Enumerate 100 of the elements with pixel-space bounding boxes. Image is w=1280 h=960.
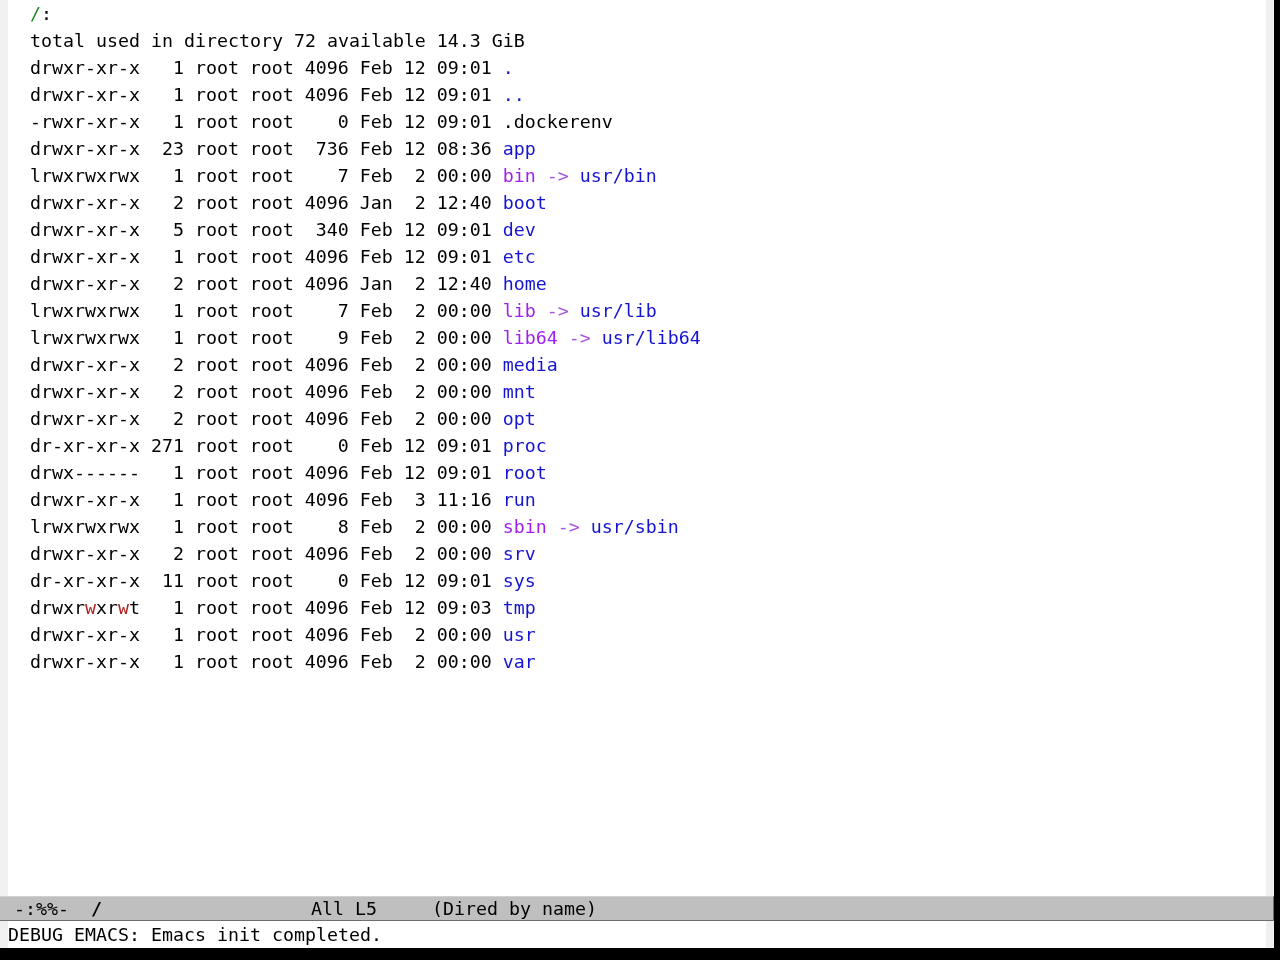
permissions: dr-xr-xr-x [30,569,140,593]
group: root [249,513,294,540]
link-target[interactable]: usr/lib [579,297,657,324]
modified-date: Feb 2 00:00 [359,650,492,674]
file-name[interactable]: var [502,648,536,675]
link-count: 2 [171,191,184,215]
owner: root [194,596,239,620]
file-name[interactable]: bin [502,162,536,189]
group: root [249,378,294,405]
file-name[interactable]: . [502,54,514,81]
permissions: drwxr-xr-x [30,191,140,215]
link-target[interactable]: usr/sbin [590,513,679,540]
link-count: 1 [171,515,184,539]
link-count: 1 [171,650,184,674]
file-name[interactable]: boot [502,189,547,216]
link-count: 1 [171,596,184,620]
file-name[interactable]: etc [502,243,536,270]
left-fringe [0,921,8,948]
group: root [249,243,294,270]
link-count: 1 [171,83,184,107]
modified-date: Feb 12 09:03 [359,596,492,620]
modified-date: Feb 12 09:01 [359,461,492,485]
owner: root [194,56,239,80]
file-size: 4096 [304,596,349,620]
symlink-arrow: -> [557,515,580,539]
file-name[interactable]: srv [502,540,536,567]
link-target[interactable]: usr/bin [579,162,657,189]
group: root [249,270,294,297]
file-name[interactable]: .dockerenv [502,108,613,135]
group: root [249,648,294,675]
file-name[interactable]: mnt [502,378,536,405]
file-name[interactable]: media [502,351,558,378]
file-name[interactable]: sys [502,567,536,594]
group: root [249,567,294,594]
permissions: lrwxrwxrwx [30,515,140,539]
modified-date: Feb 2 00:00 [359,542,492,566]
permissions: lrwxrwxrwx [30,164,140,188]
link-count: 1 [171,488,184,512]
file-name[interactable]: app [502,135,536,162]
file-size: 4096 [304,650,349,674]
file-name[interactable]: sbin [502,513,547,540]
group: root [249,459,294,486]
file-name[interactable]: home [502,270,547,297]
modified-date: Feb 12 08:36 [359,137,492,161]
owner: root [194,569,239,593]
permissions: dr-xr-xr-x [30,434,140,458]
file-name[interactable]: lib [502,297,536,324]
file-size: 4096 [304,488,349,512]
file-size: 4096 [304,272,349,296]
modified-date: Feb 12 09:01 [359,110,492,134]
group: root [249,405,294,432]
file-size: 4096 [304,542,349,566]
link-count: 2 [171,353,184,377]
modified-date: Feb 12 09:01 [359,83,492,107]
file-name[interactable]: proc [502,432,547,459]
file-name[interactable]: run [502,486,536,513]
file-name[interactable]: opt [502,405,536,432]
file-name[interactable]: root [502,459,547,486]
link-count: 1 [171,110,184,134]
owner: root [194,326,239,350]
file-name[interactable]: tmp [502,594,536,621]
owner: root [194,515,239,539]
group: root [249,486,294,513]
line-number: L5 [354,897,377,920]
owner: root [194,245,239,269]
permissions: drwxr-xr-x [30,272,140,296]
major-mode: (Dired by name) [431,897,597,920]
file-size: 4096 [304,380,349,404]
owner: root [194,407,239,431]
permissions: drwxr-xr-x [30,488,140,512]
group: root [249,621,294,648]
group: root [249,81,294,108]
group: root [249,324,294,351]
symlink-arrow: -> [568,326,591,350]
modified-date: Feb 12 09:01 [359,569,492,593]
modified-date: Feb 12 09:01 [359,434,492,458]
modified-date: Feb 2 00:00 [359,353,492,377]
modified-date: Feb 2 00:00 [359,380,492,404]
owner: root [194,137,239,161]
file-size: 4096 [304,245,349,269]
link-count: 5 [171,218,184,242]
echo-message: DEBUG EMACS: Emacs init completed. [8,924,382,945]
modified-date: Jan 2 12:40 [359,272,492,296]
file-name[interactable]: dev [502,216,536,243]
link-target[interactable]: usr/lib64 [601,324,701,351]
modified-date: Feb 2 00:00 [359,623,492,647]
symlink-arrow: -> [546,299,569,323]
file-size: 0 [336,110,349,134]
permissions: drwxr-xr-x [30,353,140,377]
file-name[interactable]: lib64 [502,324,558,351]
permissions: drwx------ [30,461,140,485]
group: root [249,297,294,324]
group: root [249,189,294,216]
scroll-position: All [310,897,344,920]
file-size: 7 [336,299,349,323]
link-count: 2 [171,542,184,566]
link-count: 1 [171,299,184,323]
file-name[interactable]: .. [502,81,525,108]
link-count: 11 [160,569,184,593]
file-name[interactable]: usr [502,621,536,648]
